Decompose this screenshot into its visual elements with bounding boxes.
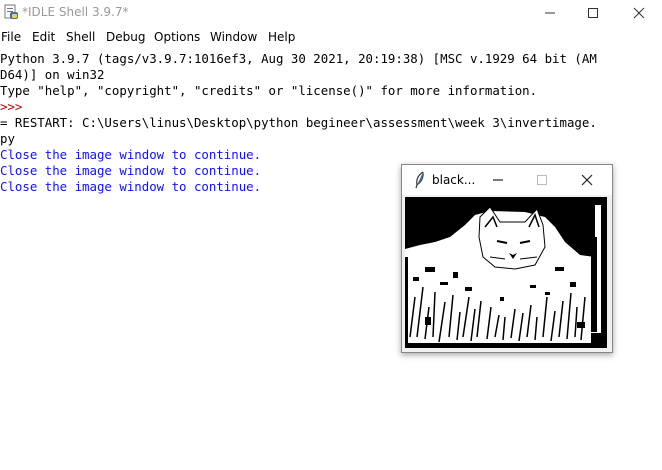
shell-prompt: >>> (0, 99, 23, 114)
cat-image (405, 197, 607, 348)
image-maximize-button[interactable] (524, 168, 560, 192)
close-icon (633, 7, 645, 19)
shell-info-line: Type "help", "copyright", "credits" or "… (0, 83, 538, 98)
close-button[interactable] (616, 0, 662, 26)
menu-debug[interactable]: Debug (106, 30, 145, 44)
menu-options[interactable]: Options (154, 30, 200, 44)
shell-banner-line: D64)] on win32 (0, 67, 105, 82)
window-title: *IDLE Shell 3.9.7* (22, 5, 129, 19)
maximize-icon (588, 8, 598, 18)
menu-file[interactable]: File (1, 30, 21, 44)
black-white-cat-picture (405, 197, 607, 348)
minimize-icon (545, 12, 555, 14)
shell-output-line: Close the image window to continue. (0, 179, 262, 194)
maximize-icon (537, 175, 547, 185)
menu-help[interactable]: Help (268, 30, 295, 44)
image-close-button[interactable] (569, 168, 605, 192)
shell-output-line: Close the image window to continue. (0, 147, 262, 162)
shell-output-line: Close the image window to continue. (0, 163, 262, 178)
shell-banner-line: Python 3.9.7 (tags/v3.9.7:1016ef3, Aug 3… (0, 51, 597, 66)
minimize-icon (493, 179, 503, 181)
shell-restart-line: py (0, 131, 15, 146)
maximize-button[interactable] (570, 0, 616, 26)
image-minimize-button[interactable] (480, 168, 516, 192)
idle-python-icon (3, 4, 19, 20)
image-window[interactable]: black... (401, 164, 613, 353)
image-window-title-bar[interactable]: black... (402, 165, 612, 195)
tk-feather-icon (414, 171, 426, 189)
close-icon (581, 174, 593, 186)
title-bar: *IDLE Shell 3.9.7* (0, 0, 662, 26)
shell-restart-line: = RESTART: C:\Users\linus\Desktop\python… (0, 115, 597, 130)
menu-window[interactable]: Window (210, 30, 257, 44)
minimize-button[interactable] (527, 0, 573, 26)
menu-bar: File Edit Shell Debug Options Window Hel… (0, 28, 662, 48)
image-window-title: black... (432, 173, 476, 187)
menu-shell[interactable]: Shell (66, 30, 95, 44)
menu-edit[interactable]: Edit (32, 30, 55, 44)
